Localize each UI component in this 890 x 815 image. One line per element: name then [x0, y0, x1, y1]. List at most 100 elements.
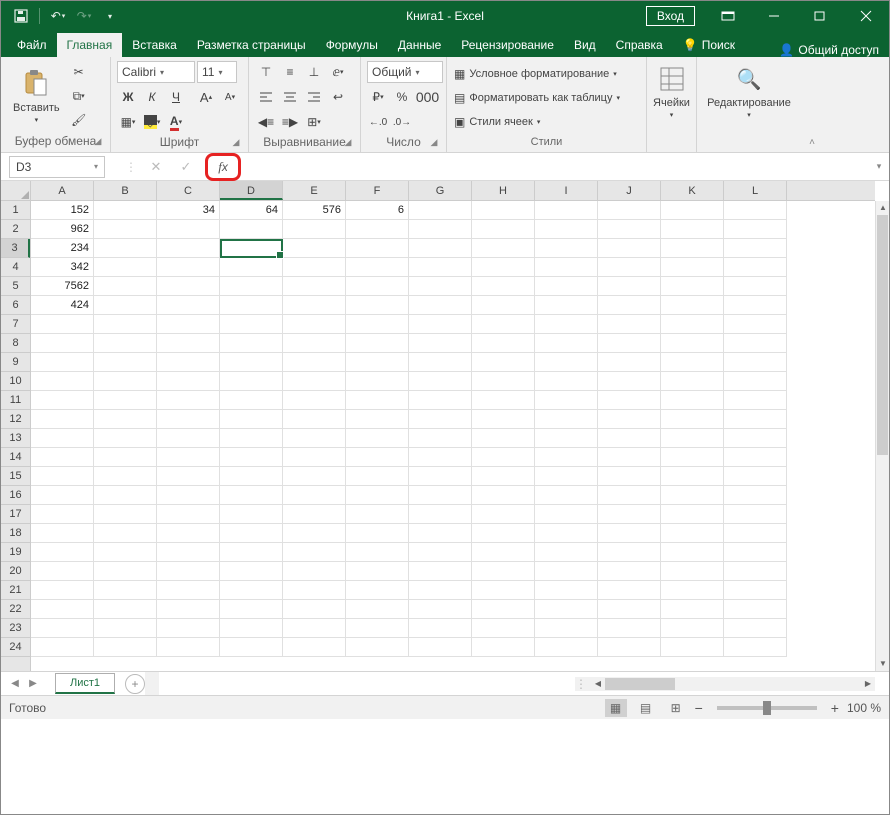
cell[interactable]	[346, 334, 409, 353]
cell[interactable]	[94, 372, 157, 391]
tab-formulas[interactable]: Формулы	[316, 33, 388, 57]
next-sheet-icon[interactable]: ▶	[25, 678, 41, 689]
cell[interactable]	[157, 467, 220, 486]
cell[interactable]	[409, 334, 472, 353]
merge-icon[interactable]: ⊞▾	[303, 111, 325, 133]
cell[interactable]	[346, 505, 409, 524]
cell[interactable]	[409, 638, 472, 657]
cell[interactable]	[283, 258, 346, 277]
cell[interactable]	[724, 239, 787, 258]
editing-button[interactable]: 🔍 Редактирование▾	[703, 61, 795, 121]
cell[interactable]	[598, 543, 661, 562]
cell[interactable]	[472, 505, 535, 524]
row-header[interactable]: 12	[1, 410, 30, 429]
cell[interactable]	[283, 619, 346, 638]
cell[interactable]	[535, 600, 598, 619]
row-header[interactable]: 24	[1, 638, 30, 657]
prev-sheet-icon[interactable]: ◀	[7, 678, 23, 689]
cell[interactable]	[220, 353, 283, 372]
column-header[interactable]: L	[724, 181, 787, 200]
cell[interactable]	[472, 524, 535, 543]
cell[interactable]	[31, 410, 94, 429]
format-as-table-button[interactable]: ▤Форматировать как таблицу▾	[453, 87, 640, 109]
cell[interactable]	[661, 600, 724, 619]
decrease-indent-icon[interactable]: ◀≡	[255, 111, 277, 133]
cell[interactable]	[724, 486, 787, 505]
row-header[interactable]: 23	[1, 619, 30, 638]
cell[interactable]	[472, 619, 535, 638]
cell[interactable]	[661, 391, 724, 410]
cell[interactable]	[598, 467, 661, 486]
cell[interactable]	[94, 524, 157, 543]
cell[interactable]	[283, 543, 346, 562]
cell[interactable]	[409, 353, 472, 372]
cell[interactable]	[409, 239, 472, 258]
cell[interactable]	[724, 581, 787, 600]
cell[interactable]	[94, 619, 157, 638]
shrink-font-icon[interactable]: A▾	[219, 86, 241, 108]
cell[interactable]	[157, 486, 220, 505]
row-header[interactable]: 17	[1, 505, 30, 524]
cell[interactable]	[661, 296, 724, 315]
cell[interactable]	[94, 448, 157, 467]
increase-indent-icon[interactable]: ≡▶	[279, 111, 301, 133]
cell[interactable]	[535, 581, 598, 600]
column-header[interactable]: C	[157, 181, 220, 200]
increase-decimal-icon[interactable]: ←.0	[367, 111, 389, 133]
zoom-in-button[interactable]: +	[831, 700, 839, 716]
orientation-icon[interactable]: ⅇ▾	[327, 61, 349, 83]
row-header[interactable]: 14	[1, 448, 30, 467]
zoom-out-button[interactable]: −	[695, 700, 703, 716]
cell[interactable]	[535, 315, 598, 334]
cell[interactable]	[94, 334, 157, 353]
scroll-right-icon[interactable]: ▶	[861, 679, 875, 688]
cell[interactable]: 342	[31, 258, 94, 277]
dialog-launcher-icon[interactable]: ◢	[92, 136, 104, 148]
cell[interactable]	[661, 429, 724, 448]
cell[interactable]	[535, 353, 598, 372]
cell[interactable]	[409, 543, 472, 562]
cell[interactable]	[157, 429, 220, 448]
cell[interactable]	[283, 239, 346, 258]
dialog-launcher-icon[interactable]: ◢	[342, 137, 354, 149]
cell[interactable]	[409, 600, 472, 619]
cell[interactable]	[472, 372, 535, 391]
cell[interactable]	[409, 258, 472, 277]
cell[interactable]	[220, 410, 283, 429]
cell[interactable]	[157, 410, 220, 429]
grow-font-icon[interactable]: A▴	[195, 86, 217, 108]
cell[interactable]	[535, 429, 598, 448]
column-header[interactable]: G	[409, 181, 472, 200]
cell[interactable]	[409, 486, 472, 505]
cell[interactable]	[724, 372, 787, 391]
bold-button[interactable]: Ж	[117, 86, 139, 108]
cell[interactable]	[724, 543, 787, 562]
cell[interactable]	[31, 372, 94, 391]
cell[interactable]	[157, 524, 220, 543]
cell[interactable]	[346, 524, 409, 543]
cell[interactable]	[661, 619, 724, 638]
cell[interactable]	[598, 372, 661, 391]
cell[interactable]	[661, 353, 724, 372]
cell[interactable]	[283, 505, 346, 524]
cell[interactable]: 34	[157, 201, 220, 220]
cell[interactable]	[283, 600, 346, 619]
cell[interactable]	[94, 239, 157, 258]
cell[interactable]	[31, 467, 94, 486]
save-icon[interactable]	[11, 6, 31, 26]
cell[interactable]	[283, 486, 346, 505]
cell[interactable]	[31, 315, 94, 334]
cell[interactable]	[157, 239, 220, 258]
tab-review[interactable]: Рецензирование	[451, 33, 564, 57]
collapse-ribbon-icon[interactable]: ˄	[801, 57, 823, 152]
cell[interactable]	[598, 391, 661, 410]
cell[interactable]	[283, 391, 346, 410]
cell[interactable]	[31, 619, 94, 638]
cell[interactable]	[472, 353, 535, 372]
cell[interactable]	[94, 581, 157, 600]
normal-view-icon[interactable]: ▦	[605, 699, 627, 717]
cell[interactable]	[472, 277, 535, 296]
cell[interactable]	[94, 201, 157, 220]
cell[interactable]	[472, 410, 535, 429]
cell[interactable]	[346, 353, 409, 372]
